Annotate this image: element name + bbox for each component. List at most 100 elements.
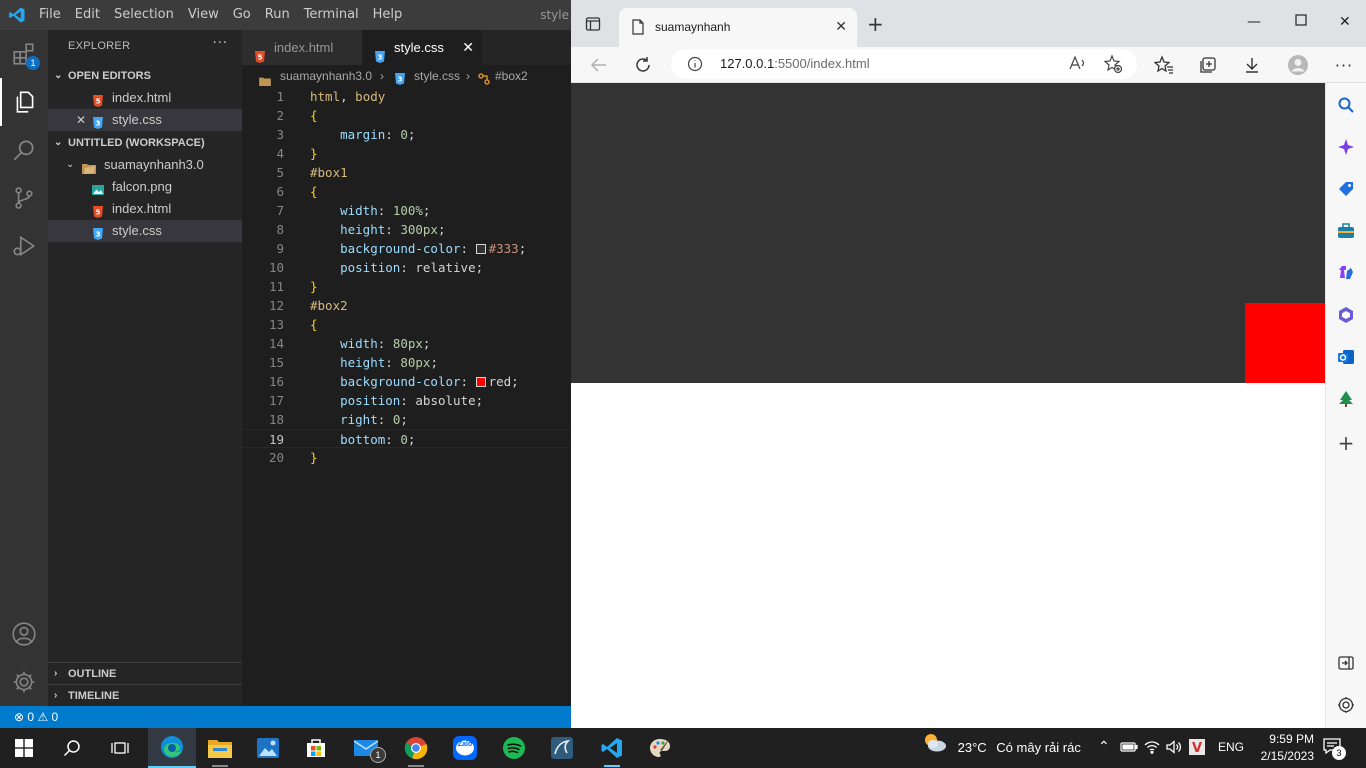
folder-suamaynhanh[interactable]: ⌄ suamaynhanh3.0: [48, 154, 242, 176]
collections-icon[interactable]: [1197, 54, 1219, 76]
file-style-css[interactable]: 3 style.css: [48, 220, 242, 242]
mysql-workbench-icon[interactable]: [538, 728, 586, 768]
chevron-down-icon: ⌄: [66, 159, 75, 170]
outline-section[interactable]: › OUTLINE: [48, 663, 242, 685]
problems-indicator[interactable]: ⊗ 0 ⚠ 0: [14, 710, 58, 724]
breadcrumb-folder[interactable]: suamaynhanh3.0: [280, 65, 372, 87]
menu-view[interactable]: View: [181, 0, 226, 30]
photos-icon[interactable]: [244, 728, 292, 768]
close-tab-icon[interactable]: ✕: [835, 8, 847, 47]
chevron-right-icon: ›: [54, 690, 58, 701]
run-debug-icon[interactable]: [0, 222, 48, 270]
shopping-tag-icon[interactable]: [1336, 179, 1356, 199]
address-bar[interactable]: 127.0.0.1:5500/index.html: [671, 49, 1137, 79]
menu-terminal[interactable]: Terminal: [297, 0, 366, 30]
file-index-html[interactable]: 5 index.html: [48, 198, 242, 220]
download-icon[interactable]: [1241, 54, 1263, 76]
explorer-icon[interactable]: [0, 78, 48, 126]
file-label: index.html: [112, 90, 172, 105]
breadcrumb-file[interactable]: style.css: [414, 65, 460, 87]
breadcrumb-symbol[interactable]: #box2: [495, 65, 528, 87]
open-editors-section[interactable]: ⌄ OPEN EDITORS: [48, 65, 242, 87]
search-icon[interactable]: [1336, 95, 1356, 115]
wifi-icon[interactable]: [1144, 740, 1160, 757]
outline-title: OUTLINE: [68, 668, 117, 680]
settings-gear-icon[interactable]: [0, 658, 48, 706]
back-arrow-icon[interactable]: [588, 54, 610, 76]
color-swatch[interactable]: [475, 244, 486, 254]
code-line: 13{: [268, 317, 318, 332]
workspace-section[interactable]: ⌄ UNTITLED (WORKSPACE): [48, 132, 242, 154]
notification-center-icon[interactable]: 3: [1322, 737, 1346, 760]
code-line: 17 position: absolute;: [268, 393, 484, 408]
source-control-icon[interactable]: [0, 174, 48, 222]
open-editor-index-html[interactable]: 5 index.html: [48, 87, 242, 109]
tools-icon[interactable]: [1336, 221, 1356, 241]
drop-tree-icon[interactable]: [1336, 389, 1356, 409]
timeline-section[interactable]: › TIMELINE: [48, 685, 242, 707]
url-text[interactable]: 127.0.0.1:5500/index.html: [720, 49, 870, 79]
clock[interactable]: 9:59 PM 2/15/2023: [1250, 731, 1314, 765]
chrome-icon[interactable]: [392, 728, 440, 768]
maximize-icon[interactable]: [1295, 10, 1307, 34]
extensions-icon[interactable]: 1: [0, 30, 48, 78]
hide-sidebar-icon[interactable]: [1336, 653, 1356, 673]
tab-style-css[interactable]: 3 style.css ✕: [362, 30, 482, 65]
task-view-icon[interactable]: [96, 728, 144, 768]
read-aloud-icon[interactable]: [1069, 55, 1087, 75]
weather-widget[interactable]: 23°C Có mây rải rác: [922, 728, 1081, 768]
volume-icon[interactable]: [1166, 740, 1182, 757]
add-sidebar-app-icon[interactable]: +: [1336, 433, 1356, 453]
html-file-icon: 5: [92, 203, 104, 218]
menu-go[interactable]: Go: [226, 0, 258, 30]
copilot-sparkle-icon[interactable]: [1336, 137, 1356, 157]
code-line: 9 background-color: #333;: [276, 241, 527, 256]
breadcrumb: suamaynhanh3.0 › 3 style.css › #box2: [242, 65, 571, 87]
color-swatch[interactable]: [475, 377, 486, 387]
accounts-icon[interactable]: [0, 610, 48, 658]
favorites-icon[interactable]: [1153, 54, 1175, 76]
menu-edit[interactable]: Edit: [68, 0, 107, 30]
browser-tab[interactable]: suamaynhanh ✕: [619, 8, 857, 47]
file-explorer-icon[interactable]: [196, 728, 244, 768]
menu-help[interactable]: Help: [366, 0, 410, 30]
start-windows-icon[interactable]: [0, 728, 48, 768]
store-icon[interactable]: [292, 728, 340, 768]
settings-more-icon[interactable]: ···: [1333, 54, 1355, 76]
outlook-icon[interactable]: [1336, 347, 1356, 367]
file-falcon-png[interactable]: falcon.png: [48, 176, 242, 198]
spotify-icon[interactable]: [490, 728, 538, 768]
chevron-up-icon[interactable]: ⌃: [1098, 738, 1110, 755]
close-icon[interactable]: ✕: [76, 109, 86, 131]
close-window-icon[interactable]: ✕: [1339, 10, 1351, 34]
vietkey-v-icon[interactable]: V: [1189, 739, 1205, 758]
games-icon[interactable]: [1336, 263, 1356, 283]
open-editor-style-css[interactable]: ✕ 3 style.css: [48, 109, 242, 131]
tab-index-html[interactable]: 5 index.html: [242, 30, 362, 65]
menu-file[interactable]: File: [32, 0, 68, 30]
paint-icon[interactable]: [636, 728, 684, 768]
add-favorite-icon[interactable]: [1103, 54, 1123, 78]
tab-label: style.css: [394, 40, 444, 55]
menu-selection[interactable]: Selection: [107, 0, 181, 30]
profile-avatar-icon[interactable]: [1287, 54, 1309, 76]
close-tab-icon[interactable]: ✕: [462, 30, 474, 65]
sidebar-settings-icon[interactable]: [1336, 695, 1356, 715]
more-actions-icon[interactable]: ···: [213, 36, 228, 51]
battery-icon[interactable]: [1120, 741, 1138, 756]
menu-run[interactable]: Run: [258, 0, 297, 30]
mail-icon[interactable]: 1: [342, 728, 390, 768]
refresh-icon[interactable]: [632, 54, 654, 76]
info-icon[interactable]: [687, 56, 703, 76]
language-indicator[interactable]: ENG: [1218, 740, 1244, 754]
tab-actions-icon[interactable]: [585, 16, 601, 32]
search-icon[interactable]: [48, 728, 96, 768]
vscode-taskbar-icon[interactable]: [588, 728, 636, 768]
new-tab-icon[interactable]: +: [867, 12, 884, 36]
office-icon[interactable]: [1336, 305, 1356, 325]
minimize-icon[interactable]: —: [1247, 10, 1261, 34]
file-label: style.css: [112, 223, 162, 238]
zalo-icon[interactable]: Zalo: [441, 728, 489, 768]
search-icon[interactable]: [0, 126, 48, 174]
edge-taskbar-icon[interactable]: [148, 728, 196, 768]
